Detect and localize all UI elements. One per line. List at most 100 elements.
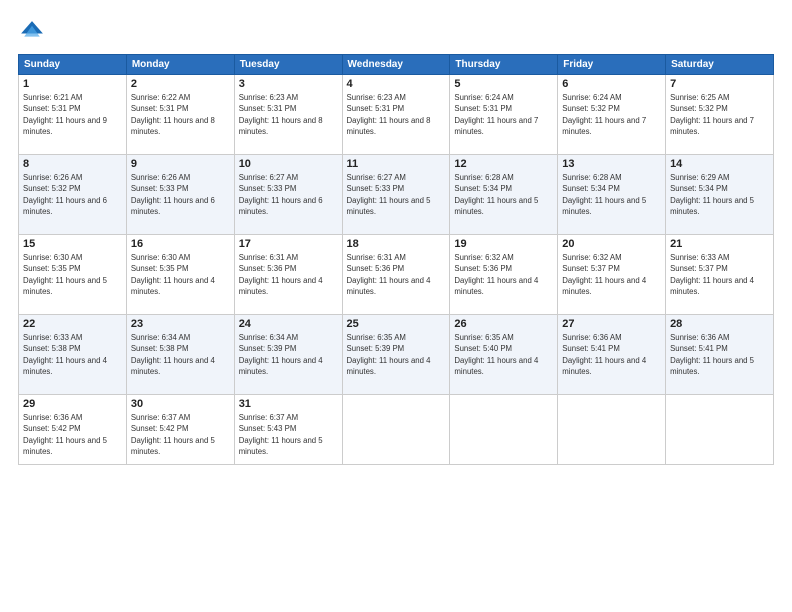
calendar-cell: 25 Sunrise: 6:35 AM Sunset: 5:39 PM Dayl… [342,315,450,395]
day-info: Sunrise: 6:32 AM Sunset: 5:36 PM Dayligh… [454,252,553,297]
day-info: Sunrise: 6:29 AM Sunset: 5:34 PM Dayligh… [670,172,769,217]
calendar-cell: 31 Sunrise: 6:37 AM Sunset: 5:43 PM Dayl… [234,395,342,465]
weekday-header-sunday: Sunday [19,55,127,75]
day-info: Sunrise: 6:21 AM Sunset: 5:31 PM Dayligh… [23,92,122,137]
calendar-cell: 17 Sunrise: 6:31 AM Sunset: 5:36 PM Dayl… [234,235,342,315]
day-number: 9 [131,158,230,170]
header [18,18,774,46]
day-number: 16 [131,238,230,250]
day-number: 30 [131,398,230,410]
day-number: 25 [347,318,446,330]
day-number: 26 [454,318,553,330]
day-info: Sunrise: 6:34 AM Sunset: 5:38 PM Dayligh… [131,332,230,377]
calendar-cell: 10 Sunrise: 6:27 AM Sunset: 5:33 PM Dayl… [234,155,342,235]
day-number: 10 [239,158,338,170]
calendar-cell: 1 Sunrise: 6:21 AM Sunset: 5:31 PM Dayli… [19,75,127,155]
day-number: 2 [131,78,230,90]
calendar-cell: 4 Sunrise: 6:23 AM Sunset: 5:31 PM Dayli… [342,75,450,155]
day-info: Sunrise: 6:23 AM Sunset: 5:31 PM Dayligh… [239,92,338,137]
calendar-cell: 5 Sunrise: 6:24 AM Sunset: 5:31 PM Dayli… [450,75,558,155]
calendar-cell: 13 Sunrise: 6:28 AM Sunset: 5:34 PM Dayl… [558,155,666,235]
calendar-cell: 28 Sunrise: 6:36 AM Sunset: 5:41 PM Dayl… [666,315,774,395]
weekday-header-wednesday: Wednesday [342,55,450,75]
calendar-cell: 3 Sunrise: 6:23 AM Sunset: 5:31 PM Dayli… [234,75,342,155]
day-number: 3 [239,78,338,90]
day-info: Sunrise: 6:35 AM Sunset: 5:39 PM Dayligh… [347,332,446,377]
calendar-cell [450,395,558,465]
week-row-2: 8 Sunrise: 6:26 AM Sunset: 5:32 PM Dayli… [19,155,774,235]
day-info: Sunrise: 6:37 AM Sunset: 5:42 PM Dayligh… [131,412,230,457]
calendar-cell: 26 Sunrise: 6:35 AM Sunset: 5:40 PM Dayl… [450,315,558,395]
calendar-cell: 9 Sunrise: 6:26 AM Sunset: 5:33 PM Dayli… [126,155,234,235]
calendar-cell: 15 Sunrise: 6:30 AM Sunset: 5:35 PM Dayl… [19,235,127,315]
day-number: 15 [23,238,122,250]
day-info: Sunrise: 6:30 AM Sunset: 5:35 PM Dayligh… [131,252,230,297]
day-info: Sunrise: 6:22 AM Sunset: 5:31 PM Dayligh… [131,92,230,137]
calendar-cell [342,395,450,465]
calendar-cell: 30 Sunrise: 6:37 AM Sunset: 5:42 PM Dayl… [126,395,234,465]
day-info: Sunrise: 6:32 AM Sunset: 5:37 PM Dayligh… [562,252,661,297]
day-number: 22 [23,318,122,330]
day-info: Sunrise: 6:36 AM Sunset: 5:41 PM Dayligh… [670,332,769,377]
day-number: 8 [23,158,122,170]
calendar-table: SundayMondayTuesdayWednesdayThursdayFrid… [18,54,774,465]
day-info: Sunrise: 6:28 AM Sunset: 5:34 PM Dayligh… [454,172,553,217]
calendar-cell: 24 Sunrise: 6:34 AM Sunset: 5:39 PM Dayl… [234,315,342,395]
day-number: 4 [347,78,446,90]
weekday-header-saturday: Saturday [666,55,774,75]
day-number: 5 [454,78,553,90]
day-number: 6 [562,78,661,90]
day-number: 23 [131,318,230,330]
calendar-cell: 11 Sunrise: 6:27 AM Sunset: 5:33 PM Dayl… [342,155,450,235]
day-number: 14 [670,158,769,170]
calendar-cell [666,395,774,465]
day-info: Sunrise: 6:27 AM Sunset: 5:33 PM Dayligh… [239,172,338,217]
day-number: 29 [23,398,122,410]
day-number: 17 [239,238,338,250]
day-number: 11 [347,158,446,170]
calendar-cell: 8 Sunrise: 6:26 AM Sunset: 5:32 PM Dayli… [19,155,127,235]
day-info: Sunrise: 6:28 AM Sunset: 5:34 PM Dayligh… [562,172,661,217]
calendar-cell: 14 Sunrise: 6:29 AM Sunset: 5:34 PM Dayl… [666,155,774,235]
calendar-cell: 21 Sunrise: 6:33 AM Sunset: 5:37 PM Dayl… [666,235,774,315]
calendar-cell: 20 Sunrise: 6:32 AM Sunset: 5:37 PM Dayl… [558,235,666,315]
calendar-cell [558,395,666,465]
day-number: 27 [562,318,661,330]
calendar-cell: 27 Sunrise: 6:36 AM Sunset: 5:41 PM Dayl… [558,315,666,395]
day-info: Sunrise: 6:34 AM Sunset: 5:39 PM Dayligh… [239,332,338,377]
weekday-header-row: SundayMondayTuesdayWednesdayThursdayFrid… [19,55,774,75]
week-row-1: 1 Sunrise: 6:21 AM Sunset: 5:31 PM Dayli… [19,75,774,155]
calendar-cell: 12 Sunrise: 6:28 AM Sunset: 5:34 PM Dayl… [450,155,558,235]
calendar-cell: 23 Sunrise: 6:34 AM Sunset: 5:38 PM Dayl… [126,315,234,395]
calendar-cell: 6 Sunrise: 6:24 AM Sunset: 5:32 PM Dayli… [558,75,666,155]
day-number: 28 [670,318,769,330]
day-info: Sunrise: 6:37 AM Sunset: 5:43 PM Dayligh… [239,412,338,457]
day-info: Sunrise: 6:31 AM Sunset: 5:36 PM Dayligh… [239,252,338,297]
day-number: 20 [562,238,661,250]
day-info: Sunrise: 6:24 AM Sunset: 5:32 PM Dayligh… [562,92,661,137]
weekday-header-monday: Monday [126,55,234,75]
day-info: Sunrise: 6:30 AM Sunset: 5:35 PM Dayligh… [23,252,122,297]
weekday-header-tuesday: Tuesday [234,55,342,75]
day-info: Sunrise: 6:33 AM Sunset: 5:37 PM Dayligh… [670,252,769,297]
logo-icon [18,18,46,46]
day-info: Sunrise: 6:26 AM Sunset: 5:33 PM Dayligh… [131,172,230,217]
calendar-cell: 2 Sunrise: 6:22 AM Sunset: 5:31 PM Dayli… [126,75,234,155]
day-number: 12 [454,158,553,170]
day-info: Sunrise: 6:26 AM Sunset: 5:32 PM Dayligh… [23,172,122,217]
calendar-cell: 22 Sunrise: 6:33 AM Sunset: 5:38 PM Dayl… [19,315,127,395]
day-number: 1 [23,78,122,90]
day-number: 24 [239,318,338,330]
day-number: 21 [670,238,769,250]
calendar-cell: 16 Sunrise: 6:30 AM Sunset: 5:35 PM Dayl… [126,235,234,315]
week-row-5: 29 Sunrise: 6:36 AM Sunset: 5:42 PM Dayl… [19,395,774,465]
day-number: 7 [670,78,769,90]
day-info: Sunrise: 6:23 AM Sunset: 5:31 PM Dayligh… [347,92,446,137]
day-info: Sunrise: 6:24 AM Sunset: 5:31 PM Dayligh… [454,92,553,137]
day-info: Sunrise: 6:27 AM Sunset: 5:33 PM Dayligh… [347,172,446,217]
calendar-page: SundayMondayTuesdayWednesdayThursdayFrid… [0,0,792,612]
week-row-4: 22 Sunrise: 6:33 AM Sunset: 5:38 PM Dayl… [19,315,774,395]
week-row-3: 15 Sunrise: 6:30 AM Sunset: 5:35 PM Dayl… [19,235,774,315]
day-info: Sunrise: 6:35 AM Sunset: 5:40 PM Dayligh… [454,332,553,377]
calendar-cell: 7 Sunrise: 6:25 AM Sunset: 5:32 PM Dayli… [666,75,774,155]
